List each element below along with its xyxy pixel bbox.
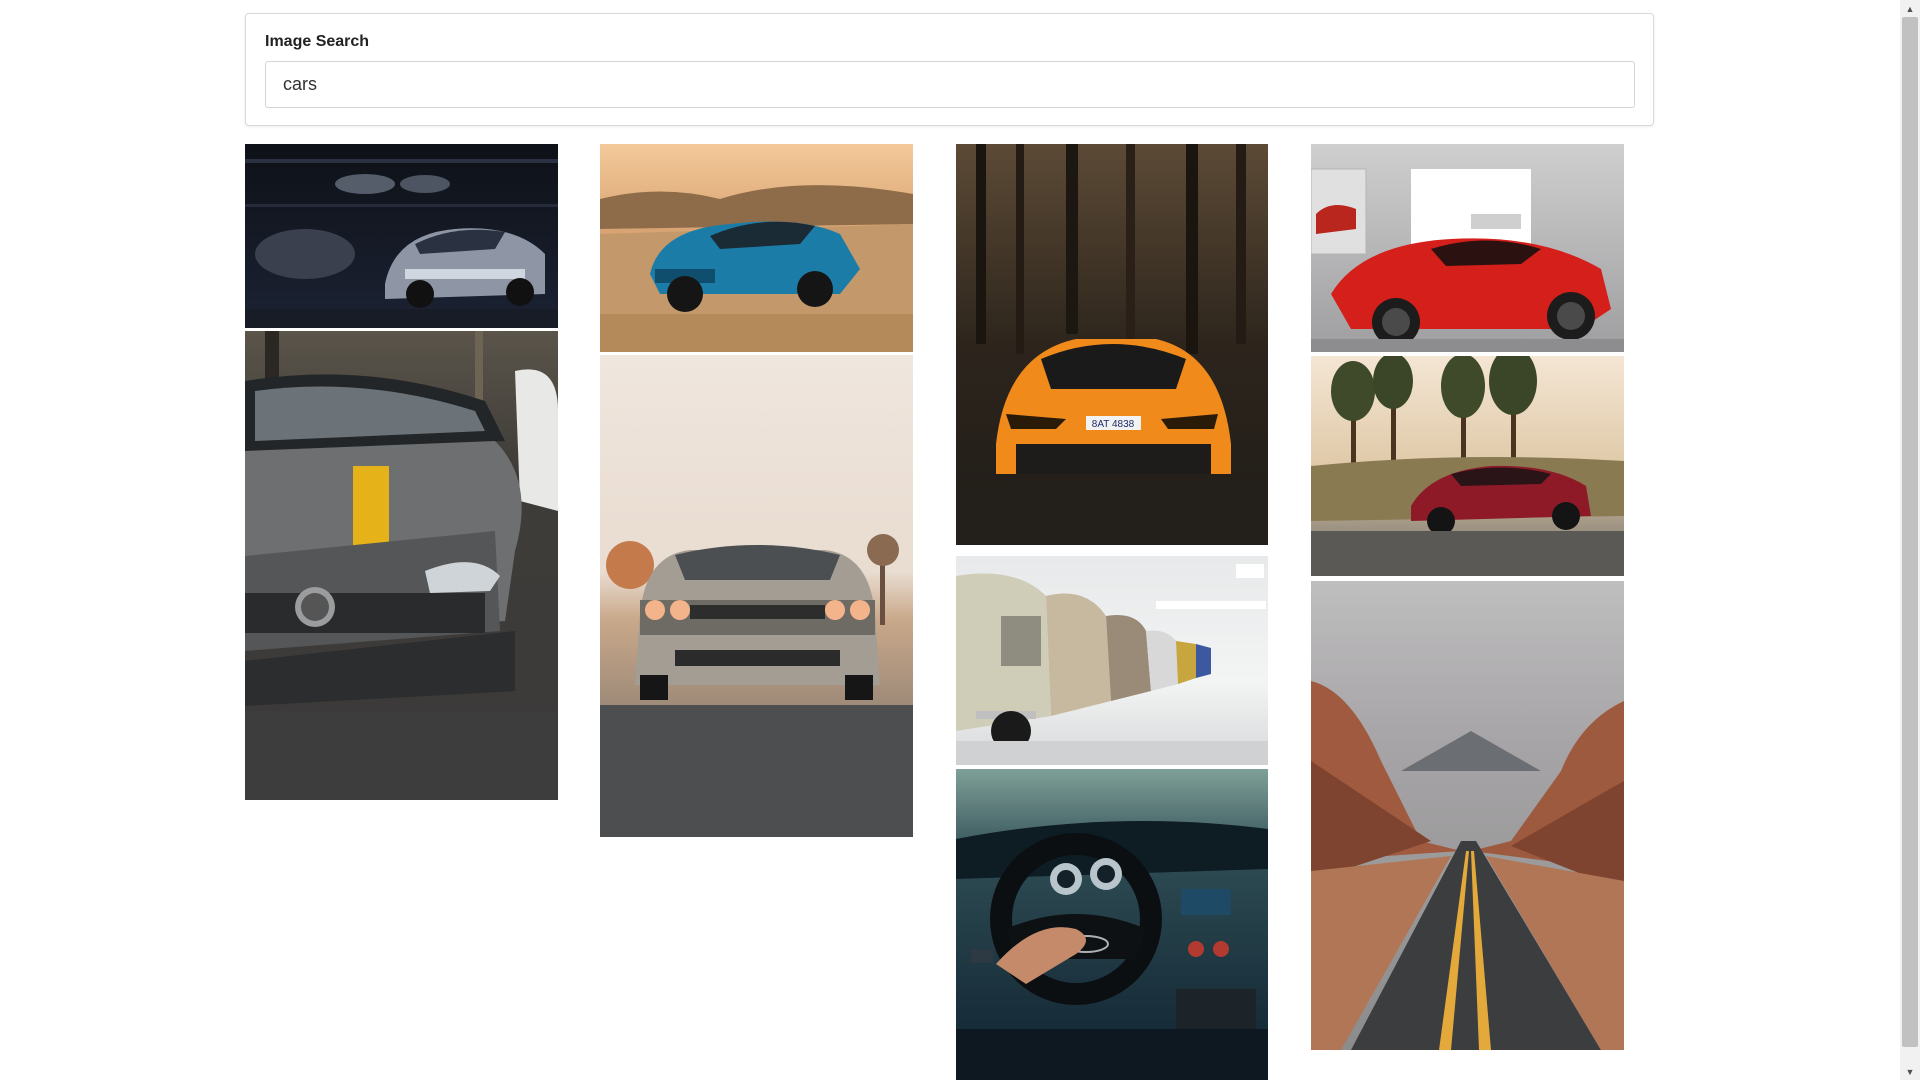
search-label: Image Search	[265, 33, 370, 50]
dodge-challenger-road-image[interactable]	[600, 355, 913, 837]
image-search-page: Image Search cars 8AT 4838 ▲ ▼	[0, 0, 1920, 1080]
scroll-down-icon[interactable]: ▼	[1900, 1063, 1920, 1080]
search-input[interactable]	[265, 61, 1635, 108]
search-card: Image Search	[245, 13, 1654, 126]
grey-mercedes-yellow-stripe-image[interactable]	[245, 331, 558, 800]
audi-steering-wheel-interior-image[interactable]	[956, 769, 1268, 1080]
orange-lamborghini-forest-image[interactable]: 8AT 4838	[956, 144, 1268, 545]
silver-camaro-garage-image[interactable]	[245, 144, 558, 328]
license-plate-text: 8AT 4838	[1092, 419, 1135, 430]
vertical-scrollbar[interactable]: ▲ ▼	[1900, 0, 1920, 1080]
scroll-up-icon[interactable]: ▲	[1900, 0, 1920, 17]
blue-camaro-desert-image[interactable]	[600, 144, 913, 352]
red-ferrari-showroom-image[interactable]	[1311, 144, 1624, 352]
scrollbar-thumb[interactable]	[1902, 17, 1918, 1047]
desert-canyon-road-image[interactable]	[1311, 581, 1624, 1050]
row-of-classic-bmws-image[interactable]	[956, 556, 1268, 765]
red-mercedes-amg-forest-road-image[interactable]	[1311, 356, 1624, 576]
